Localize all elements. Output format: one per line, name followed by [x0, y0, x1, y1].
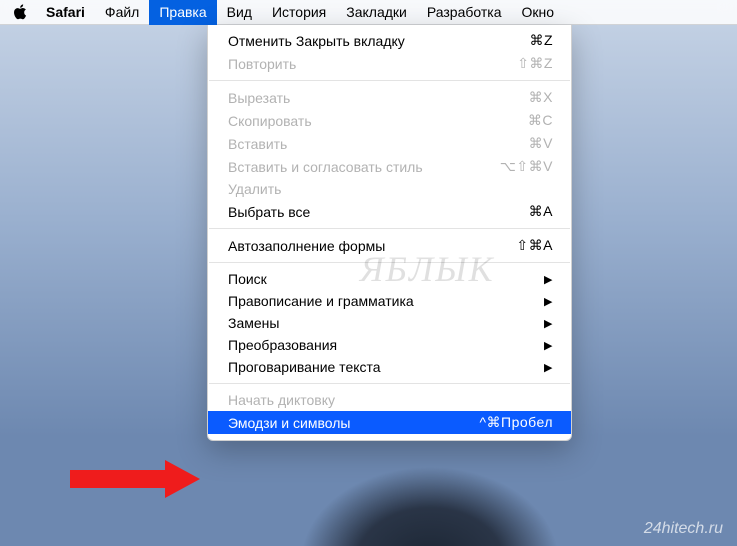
- wallpaper-shape: [300, 466, 560, 546]
- menu-item: Вставить и согласовать стиль ⌥⇧⌘V: [208, 155, 571, 178]
- site-watermark: 24hitech.ru: [644, 520, 723, 538]
- menu-separator: [209, 383, 570, 384]
- menu-item-shortcut: ⌘V: [529, 135, 553, 152]
- app-name[interactable]: Safari: [36, 0, 95, 25]
- menu-edit[interactable]: Правка: [149, 0, 216, 25]
- submenu-arrow-icon: ▶: [544, 361, 553, 374]
- menu-item-shortcut: ⇧⌘Z: [517, 55, 553, 72]
- menubar: Safari Файл Правка Вид История Закладки …: [0, 0, 737, 25]
- submenu-arrow-icon: ▶: [544, 317, 553, 330]
- menu-separator: [209, 80, 570, 81]
- apple-logo-icon: [13, 4, 27, 20]
- menu-item-label: Замены: [228, 315, 279, 331]
- menu-item[interactable]: Преобразования ▶: [208, 334, 571, 356]
- menu-item[interactable]: Отменить Закрыть вкладку ⌘Z: [208, 29, 571, 52]
- menu-item: Скопировать ⌘C: [208, 109, 571, 132]
- menu-item-label: Начать диктовку: [228, 392, 335, 408]
- edit-dropdown-menu: Отменить Закрыть вкладку ⌘Z Повторить ⇧⌘Z Вы…: [207, 25, 572, 441]
- menu-item[interactable]: Эмодзи и символы ^⌘Пробел: [208, 411, 571, 434]
- menu-item-label: Проговаривание текста: [228, 359, 381, 375]
- menu-item-shortcut: ⌘X: [529, 89, 553, 106]
- menu-item-label: Повторить: [228, 56, 296, 72]
- menu-item-label: Выбрать все: [228, 204, 310, 220]
- menu-item-label: Эмодзи и символы: [228, 415, 350, 431]
- submenu-arrow-icon: ▶: [544, 273, 553, 286]
- menu-item[interactable]: Поиск ▶: [208, 268, 571, 290]
- menu-item: Вставить ⌘V: [208, 132, 571, 155]
- menu-item: Начать диктовку: [208, 389, 571, 411]
- submenu-arrow-icon: ▶: [544, 295, 553, 308]
- menu-item: Вырезать ⌘X: [208, 86, 571, 109]
- menu-item-label: Вставить и согласовать стиль: [228, 159, 423, 175]
- submenu-arrow-icon: ▶: [544, 339, 553, 352]
- menu-develop[interactable]: Разработка: [417, 0, 512, 25]
- menu-item-shortcut: ⌥⇧⌘V: [500, 158, 553, 175]
- menu-item-shortcut: ⌘Z: [529, 32, 553, 49]
- menu-item[interactable]: Выбрать все ⌘A: [208, 200, 571, 223]
- menu-item-label: Отменить Закрыть вкладку: [228, 33, 405, 49]
- menu-item[interactable]: Правописание и грамматика ▶: [208, 290, 571, 312]
- menu-item-label: Вставить: [228, 136, 287, 152]
- menu-item-shortcut: ⌘C: [528, 112, 553, 129]
- menu-item[interactable]: Автозаполнение формы ⇧⌘A: [208, 234, 571, 257]
- annotation-red-arrow: [70, 460, 200, 498]
- menu-item-label: Поиск: [228, 271, 267, 287]
- menu-item: Повторить ⇧⌘Z: [208, 52, 571, 75]
- menu-item-shortcut: ⇧⌘A: [516, 237, 553, 254]
- menu-separator: [209, 228, 570, 229]
- menu-item-label: Автозаполнение формы: [228, 238, 385, 254]
- menu-item-label: Удалить: [228, 181, 281, 197]
- menu-item: Удалить: [208, 178, 571, 200]
- menu-item[interactable]: Проговаривание текста ▶: [208, 356, 571, 378]
- menu-item[interactable]: Замены ▶: [208, 312, 571, 334]
- menu-item-shortcut: ⌘A: [529, 203, 553, 220]
- menu-item-label: Правописание и грамматика: [228, 293, 414, 309]
- menu-item-shortcut: ^⌘Пробел: [479, 414, 553, 431]
- menu-window[interactable]: Окно: [511, 0, 564, 25]
- menu-item-label: Вырезать: [228, 90, 290, 106]
- menu-bookmarks[interactable]: Закладки: [336, 0, 417, 25]
- menu-item-label: Преобразования: [228, 337, 337, 353]
- menu-view[interactable]: Вид: [217, 0, 262, 25]
- menu-separator: [209, 262, 570, 263]
- menu-history[interactable]: История: [262, 0, 336, 25]
- menu-item-label: Скопировать: [228, 113, 312, 129]
- apple-menu[interactable]: [10, 2, 30, 22]
- menu-file[interactable]: Файл: [95, 0, 149, 25]
